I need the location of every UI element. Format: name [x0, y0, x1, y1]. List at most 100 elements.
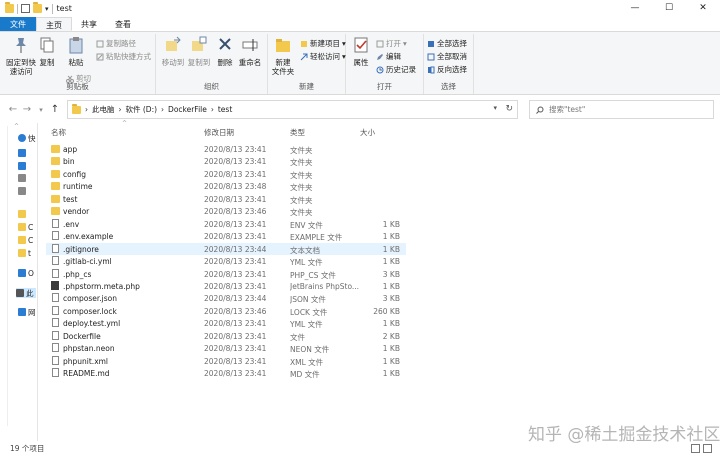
address-field[interactable]: › 此电脑 › 软件 (D:) › DockerFile › test ▾ ↻	[67, 100, 518, 119]
file-row[interactable]: deploy.test.yml 2020/8/13 23:41 YML 文件 1 KB	[46, 317, 406, 330]
copy-path-button[interactable]: 复制路径	[96, 38, 136, 49]
breadcrumb-dockerfile[interactable]: DockerFile	[168, 105, 207, 114]
refresh-icon[interactable]: ↻	[505, 104, 513, 114]
file-row[interactable]: phpunit.xml 2020/8/13 23:41 XML 文件 1 KB	[46, 355, 406, 368]
search-input[interactable]: 搜索"test"	[529, 100, 714, 119]
file-row[interactable]: .phpstorm.meta.php 2020/8/13 23:41 JetBrai…	[46, 280, 406, 293]
file-row[interactable]: app 2020/8/13 23:41 文件夹	[46, 143, 406, 156]
select-all-button[interactable]: 全部选择	[427, 38, 467, 49]
sidebar-item-5[interactable]	[18, 209, 37, 219]
column-type[interactable]: 类型	[290, 127, 305, 138]
paste-shortcut-button[interactable]: 粘贴快捷方式	[96, 51, 151, 62]
sidebar-item-7[interactable]: C	[18, 235, 37, 245]
history-label: 历史记录	[386, 65, 416, 74]
sidebar-item-8[interactable]: t	[18, 248, 37, 258]
file-size: 1 KB	[382, 281, 400, 291]
paste-button[interactable]: 粘贴	[66, 36, 86, 67]
recent-locations-button[interactable]: ▾	[34, 106, 48, 114]
breadcrumb-drive[interactable]: 软件 (D:)	[126, 104, 158, 115]
breadcrumb-this-pc[interactable]: 此电脑	[92, 104, 115, 115]
properties-button[interactable]: 属性	[350, 36, 372, 67]
file-row[interactable]: bin 2020/8/13 23:41 文件夹	[46, 155, 406, 168]
file-row[interactable]: runtime 2020/8/13 23:48 文件夹	[46, 180, 406, 193]
select-none-button[interactable]: 全部取消	[427, 51, 467, 62]
tab-file[interactable]: 文件	[0, 17, 36, 31]
rename-button[interactable]: 重命名	[238, 36, 262, 67]
file-type: 文件夹	[290, 170, 313, 180]
file-date: 2020/8/13 23:41	[204, 257, 267, 267]
edit-button[interactable]: 编辑	[376, 51, 401, 62]
column-date[interactable]: 修改日期	[204, 127, 234, 138]
sidebar-item-2[interactable]	[18, 161, 37, 171]
file-row[interactable]: .gitlab-ci.yml 2020/8/13 23:41 YML 文件 1 KB	[46, 255, 406, 268]
file-type: 文件夹	[290, 208, 313, 218]
file-row[interactable]: test 2020/8/13 23:41 文件夹	[46, 193, 406, 206]
file-row[interactable]: composer.lock 2020/8/13 23:46 LOCK 文件 260 K…	[46, 305, 406, 318]
new-item-button[interactable]: 新建项目 ▾	[300, 38, 346, 49]
copy-to-button[interactable]: 复制到	[186, 36, 212, 67]
maximize-button[interactable]: ☐	[652, 0, 686, 17]
file-row[interactable]: phpstan.neon 2020/8/13 23:41 NEON 文件 1 KB	[46, 342, 406, 355]
sidebar-item-1[interactable]	[18, 148, 37, 158]
properties-icon[interactable]	[21, 4, 30, 13]
sidebar-item-9[interactable]: O	[18, 268, 37, 278]
file-name: config	[63, 169, 86, 179]
sidebar-item-10[interactable]: 此	[16, 288, 36, 298]
address-dropdown-icon[interactable]: ▾	[493, 104, 497, 112]
file-row[interactable]: .gitignore 2020/8/13 23:44 文本文档 1 KB	[46, 242, 406, 256]
tab-share[interactable]: 共享	[72, 17, 106, 31]
sidebar-item-4[interactable]	[18, 186, 37, 196]
file-type: NEON 文件	[290, 345, 330, 355]
column-size[interactable]: 大小	[360, 127, 375, 138]
back-button[interactable]: ←	[6, 104, 20, 115]
minimize-button[interactable]: —	[618, 0, 652, 17]
close-button[interactable]: ✕	[686, 0, 720, 17]
details-view-icon[interactable]	[691, 444, 700, 453]
file-row[interactable]: .env 2020/8/13 23:41 ENV 文件 1 KB	[46, 218, 406, 231]
ribbon-tabs: 文件 主页 共享 查看	[0, 17, 720, 32]
large-icons-view-icon[interactable]	[703, 444, 712, 453]
paste-label: 粘贴	[68, 58, 84, 67]
move-to-button[interactable]: 移动到	[160, 36, 186, 67]
open-button[interactable]: 打开 ▾	[376, 38, 407, 49]
new-folder-button[interactable]: 新建 文件夹	[270, 36, 296, 76]
tab-view[interactable]: 查看	[106, 17, 140, 31]
file-row[interactable]: vendor 2020/8/13 23:46 文件夹	[46, 205, 406, 218]
nav-scroll-arrow-up[interactable]: ^	[14, 123, 19, 130]
file-type: JSON 文件	[290, 295, 326, 305]
new-folder-icon[interactable]	[33, 2, 42, 13]
copy-path-label: 复制路径	[106, 39, 136, 48]
history-button[interactable]: 历史记录	[376, 64, 416, 75]
up-button[interactable]: ↑	[48, 104, 62, 115]
file-name: runtime	[63, 182, 93, 192]
file-date: 2020/8/13 23:41	[204, 157, 267, 167]
breadcrumb-test[interactable]: test	[218, 105, 232, 114]
column-name[interactable]: 名称	[51, 127, 66, 138]
copy-button[interactable]: 复制	[38, 36, 56, 67]
paste-shortcut-icon	[96, 53, 104, 60]
file-row[interactable]: config 2020/8/13 23:41 文件夹	[46, 168, 406, 181]
easy-access-button[interactable]: 轻松访问 ▾	[300, 51, 346, 62]
file-row[interactable]: Dockerfile 2020/8/13 23:41 文件 2 KB	[46, 330, 406, 343]
file-row[interactable]: .php_cs 2020/8/13 23:41 PHP_CS 文件 3 KB	[46, 268, 406, 281]
file-size: 3 KB	[382, 269, 400, 279]
file-row[interactable]: composer.json 2020/8/13 23:44 JSON 文件 3 KB	[46, 292, 406, 305]
file-row[interactable]: README.md 2020/8/13 23:41 MD 文件 1 KB	[46, 367, 406, 380]
file-date: 2020/8/13 23:44	[204, 244, 267, 254]
rename-icon	[242, 39, 258, 51]
invert-selection-button[interactable]: 反向选择	[427, 64, 467, 75]
delete-button[interactable]: 删除	[216, 36, 234, 67]
file-type: MD 文件	[290, 370, 320, 380]
file-type: 文件	[290, 332, 305, 342]
sidebar-item-0[interactable]: 快	[18, 133, 37, 143]
sidebar-item-3[interactable]	[18, 173, 37, 183]
sidebar-item-11[interactable]: 网	[18, 307, 37, 317]
folder-icon	[18, 249, 26, 257]
customize-toolbar-icon[interactable]: ▾	[45, 5, 49, 13]
pin-quick-access-button[interactable]: 固定到快 速访问	[6, 36, 36, 76]
tab-home[interactable]: 主页	[36, 17, 72, 31]
forward-button[interactable]: →	[20, 104, 34, 115]
sidebar-item-6[interactable]: C	[18, 222, 37, 232]
select-group: 全部选择 全部取消 反向选择 选择	[424, 34, 474, 94]
file-row[interactable]: .env.example 2020/8/13 23:41 EXAMPLE 文件 1 K…	[46, 230, 406, 243]
